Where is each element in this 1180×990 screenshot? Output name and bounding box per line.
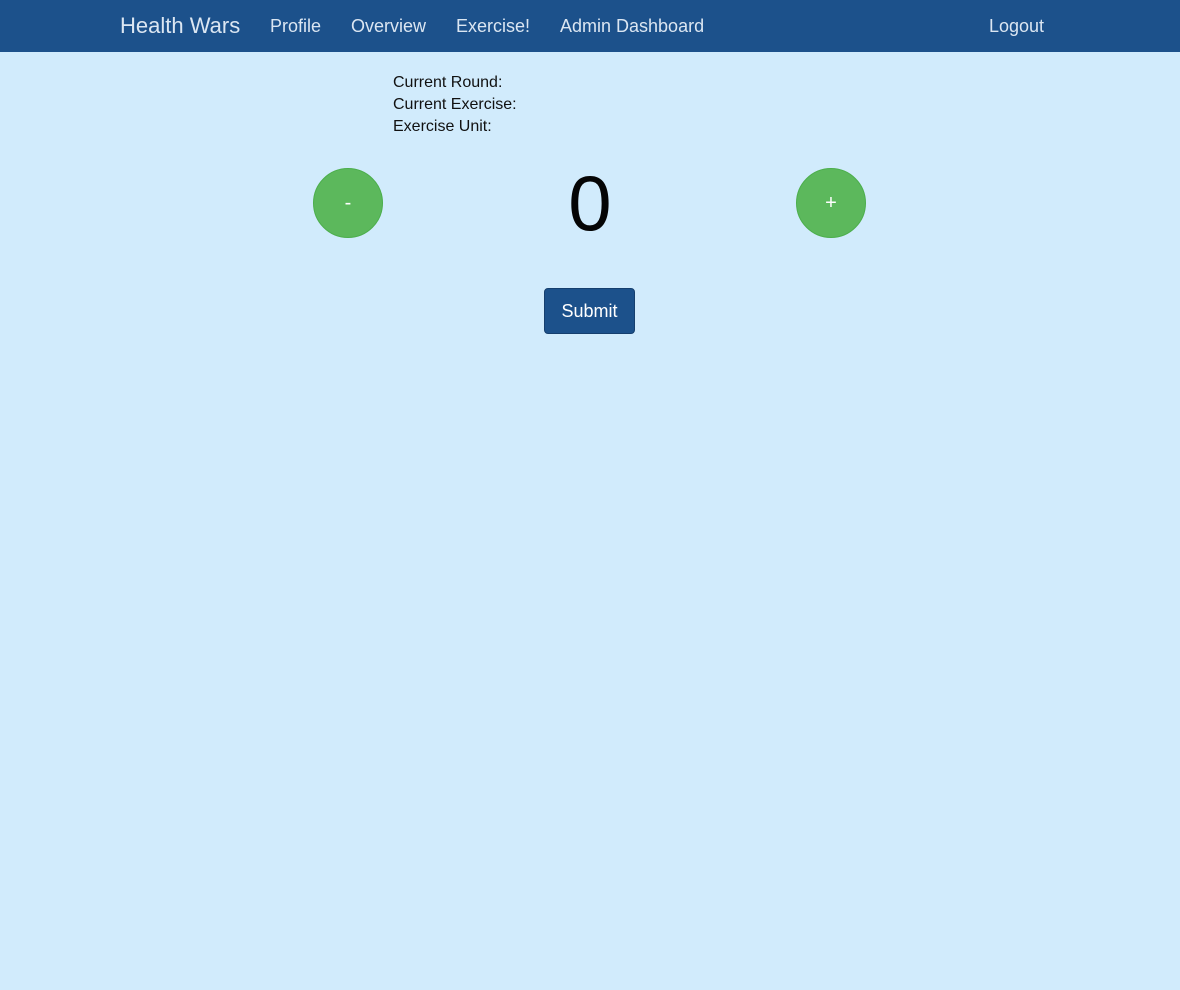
decrement-button[interactable]: - — [313, 168, 383, 238]
exercise-unit-label: Exercise Unit: — [393, 118, 492, 135]
navbar: Health Wars Profile Overview Exercise! A… — [0, 0, 1180, 52]
increment-button[interactable]: + — [796, 168, 866, 238]
submit-button[interactable]: Submit — [544, 288, 635, 334]
current-round-label: Current Round: — [393, 74, 503, 91]
counter-value: 0 — [568, 159, 612, 247]
brand-link[interactable]: Health Wars — [120, 0, 240, 52]
nav-link-exercise[interactable]: Exercise! — [456, 0, 530, 52]
logout-link[interactable]: Logout — [989, 0, 1044, 52]
exercise-info: Current Round: Current Exercise: Exercis… — [393, 72, 517, 138]
nav-link-overview[interactable]: Overview — [351, 0, 426, 52]
current-exercise-label: Current Exercise: — [393, 96, 517, 113]
nav-link-admin-dashboard[interactable]: Admin Dashboard — [560, 0, 704, 52]
nav-link-profile[interactable]: Profile — [270, 0, 321, 52]
